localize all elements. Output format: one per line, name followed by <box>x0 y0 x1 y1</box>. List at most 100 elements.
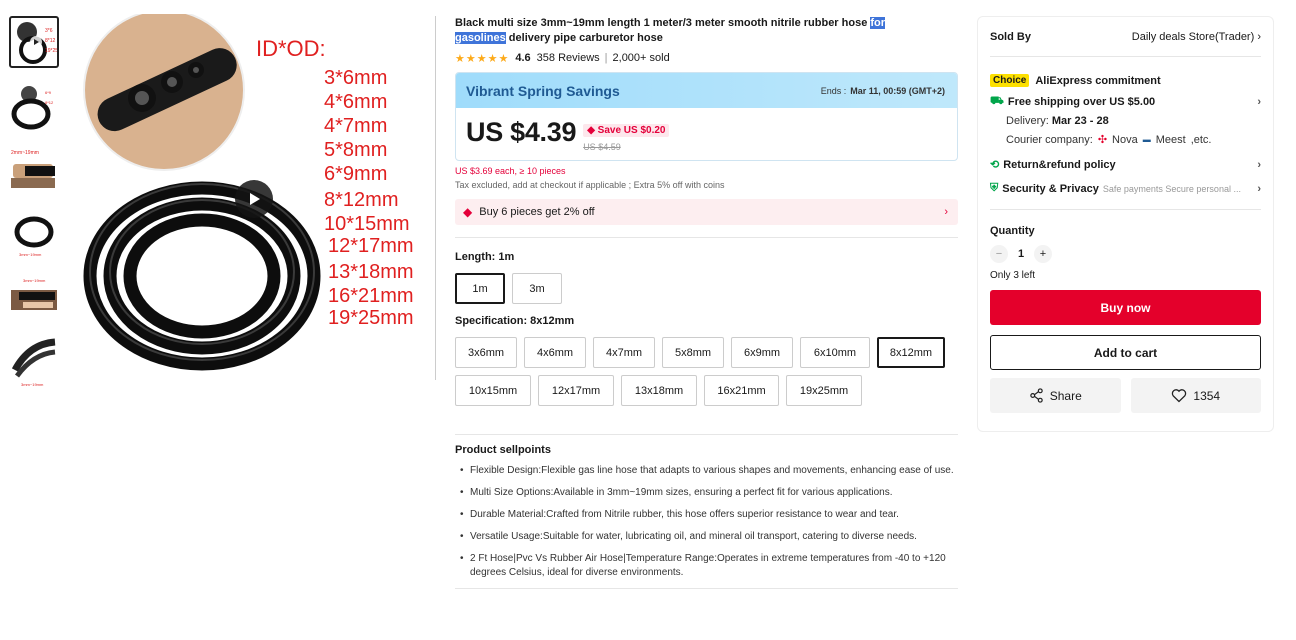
overlay-title: ID*OD: <box>256 36 326 61</box>
divider <box>455 237 958 238</box>
nova-logo-icon: ✣ <box>1097 134 1108 146</box>
increment-button[interactable]: + <box>1034 245 1052 263</box>
product-title: Black multi size 3mm~19mm length 1 meter… <box>455 17 886 44</box>
spec-option-10x15mm[interactable]: 10x15mm <box>455 375 531 406</box>
length-options: 1m 3m <box>455 273 958 304</box>
svg-text:8*12: 8*12 <box>45 38 56 44</box>
commitment-text: AliExpress commitment <box>1035 74 1161 87</box>
add-to-cart-button[interactable]: Add to cart <box>990 335 1261 370</box>
save-badge: ◆ Save US $0.20 <box>583 124 670 137</box>
chevron-right-icon: › <box>1257 30 1261 43</box>
product-page: 3*6 8*12 19*25 6*9 8*12 2mm~19mm 3mm~19mm 3… <box>0 0 1296 640</box>
buy-now-button[interactable]: Buy now <box>990 290 1261 325</box>
spec-option-16x21mm[interactable]: 16x21mm <box>704 375 779 406</box>
return-icon: ⟲ <box>990 159 1000 171</box>
spec-option-13x18mm[interactable]: 13x18mm <box>621 375 697 406</box>
svg-text:13*18mm: 13*18mm <box>328 261 414 283</box>
spec-option-4x7mm[interactable]: 4x7mm <box>593 337 655 368</box>
current-price: US $4.39 <box>466 117 577 147</box>
svg-text:3*6: 3*6 <box>45 28 53 34</box>
svg-text:12*17mm: 12*17mm <box>328 235 414 257</box>
bulk-price: US $3.69 each, ≥ 10 pieces <box>455 166 566 176</box>
thumbnail-4[interactable]: 3mm~19mm <box>9 208 59 260</box>
meest-logo-icon: ▬ <box>1142 135 1151 144</box>
svg-text:3mm~19mm: 3mm~19mm <box>21 382 44 387</box>
heart-icon <box>1172 389 1187 403</box>
purchase-panel: Sold By Daily deals Store(Trader) › Choi… <box>977 16 1274 432</box>
commitment-row: Choice AliExpress commitment <box>990 74 1261 87</box>
thumbnail-6[interactable]: 3mm~19mm <box>9 336 59 388</box>
svg-text:8*12mm: 8*12mm <box>324 189 398 211</box>
spec-option-5x8mm[interactable]: 5x8mm <box>662 337 724 368</box>
main-product-image[interactable]: ID*OD: 3*6mm 4*6mm 4*7mm 5*8mm 6*9mm 8*1… <box>72 14 434 380</box>
svg-text:19*25mm: 19*25mm <box>328 307 414 329</box>
sellpoints-title: Product sellpoints <box>455 444 551 456</box>
svg-text:3mm~19mm: 3mm~19mm <box>23 278 46 283</box>
spec-options: 3x6mm 4x6mm 4x7mm 5x8mm 6x9mm 6x10mm 8x1… <box>455 337 958 406</box>
spec-option-19x25mm[interactable]: 19x25mm <box>786 375 862 406</box>
choice-badge: Choice <box>990 74 1030 87</box>
product-info: Black multi size 3mm~19mm length 1 meter… <box>455 16 958 589</box>
delivery-row: Delivery: Mar 23 - 28 <box>1006 115 1109 127</box>
review-count[interactable]: 358 Reviews <box>537 52 600 64</box>
share-button[interactable]: Share <box>990 378 1121 413</box>
chevron-right-icon: › <box>1257 158 1261 171</box>
svg-text:4*6mm: 4*6mm <box>324 91 387 113</box>
thumbnail-1[interactable]: 3*6 8*12 19*25 <box>9 16 59 68</box>
length-option-1m[interactable]: 1m <box>455 273 505 304</box>
sellpoint-item: 2 Ft Hose|Pvc Vs Rubber Air Hose|Tempera… <box>455 552 958 580</box>
svg-text:4*7mm: 4*7mm <box>324 115 387 137</box>
gallery-divider <box>435 16 436 380</box>
spec-label: Specification: 8x12mm <box>455 315 575 327</box>
star-rating-icon: ★ ★ ★ ★ ★ <box>455 52 509 65</box>
svg-text:6*9mm: 6*9mm <box>324 163 387 185</box>
sold-by-row[interactable]: Sold By Daily deals Store(Trader) › <box>990 17 1261 57</box>
svg-text:2mm~19mm: 2mm~19mm <box>11 150 39 156</box>
thumbnail-2[interactable]: 6*9 8*12 <box>9 80 59 132</box>
security-row[interactable]: ⛨ Security & Privacy Safe payments Secur… <box>990 182 1261 195</box>
coupon-banner[interactable]: ◆ Buy 6 pieces get 2% off › <box>455 199 958 225</box>
promo-name: Vibrant Spring Savings <box>466 82 620 99</box>
quantity-value[interactable]: 1 <box>1008 248 1034 260</box>
length-option-3m[interactable]: 3m <box>512 273 562 304</box>
spec-option-8x12mm[interactable]: 8x12mm <box>877 337 945 368</box>
promo-ends: Ends : Mar 11, 00:59 (GMT+2) <box>820 85 945 96</box>
return-policy-row[interactable]: ⟲ Return&refund policy › <box>990 158 1261 172</box>
quantity-label: Quantity <box>990 209 1261 237</box>
rating-value: 4.6 <box>515 52 531 64</box>
thumbnail-5[interactable]: 3mm~19mm <box>9 272 59 324</box>
chevron-right-icon: › <box>1257 182 1261 195</box>
shield-icon: ⛨ <box>990 182 999 194</box>
sellpoint-item: Versatile Usage:Suitable for water, lubr… <box>455 530 958 544</box>
svg-text:3*6mm: 3*6mm <box>324 67 387 89</box>
chevron-right-icon: › <box>1257 96 1261 108</box>
spec-option-6x10mm[interactable]: 6x10mm <box>800 337 870 368</box>
courier-row: Courier company: ✣ Nova ▬ Meest ,etc. <box>1006 133 1212 147</box>
share-icon <box>1030 388 1043 403</box>
divider <box>455 588 958 589</box>
sellpoint-item: Multi Size Options:Available in 3mm~19mm… <box>455 486 958 500</box>
spec-option-4x6mm[interactable]: 4x6mm <box>524 337 586 368</box>
spec-option-3x6mm[interactable]: 3x6mm <box>455 337 517 368</box>
svg-text:19*25: 19*25 <box>45 48 57 54</box>
thumbnail-3[interactable]: 2mm~19mm <box>9 144 59 196</box>
svg-text:10*15mm: 10*15mm <box>324 213 410 235</box>
spec-option-12x17mm[interactable]: 12x17mm <box>538 375 614 406</box>
decrement-button[interactable]: − <box>990 245 1008 263</box>
stock-text: Only 3 left <box>990 270 1036 281</box>
store-link[interactable]: Daily deals Store(Trader) › <box>1132 31 1261 43</box>
promo-banner: Vibrant Spring Savings Ends : Mar 11, 00:… <box>456 73 957 108</box>
sellpoint-item: Flexible Design:Flexible gas line hose t… <box>455 464 958 478</box>
shipping-row[interactable]: ⛟ Free shipping over US $5.00 › <box>990 95 1261 109</box>
sold-by-label: Sold By <box>990 30 1031 43</box>
sellpoint-item: Durable Material:Crafted from Nitrile ru… <box>455 508 958 522</box>
tag-icon: ◆ <box>463 205 473 219</box>
spec-option-6x9mm[interactable]: 6x9mm <box>731 337 793 368</box>
wishlist-button[interactable]: 1354 <box>1130 378 1261 413</box>
sellpoints-section: Product sellpoints Flexible Design:Flexi… <box>455 434 958 589</box>
tax-note: Tax excluded, add at checkout if applica… <box>455 180 725 190</box>
original-price: US $4.59 <box>583 142 621 152</box>
rating-row[interactable]: ★ ★ ★ ★ ★ 4.6 358 Reviews | 2,000+ sold <box>455 51 958 65</box>
play-icon[interactable] <box>235 180 273 218</box>
length-label: Length: 1m <box>455 251 515 263</box>
